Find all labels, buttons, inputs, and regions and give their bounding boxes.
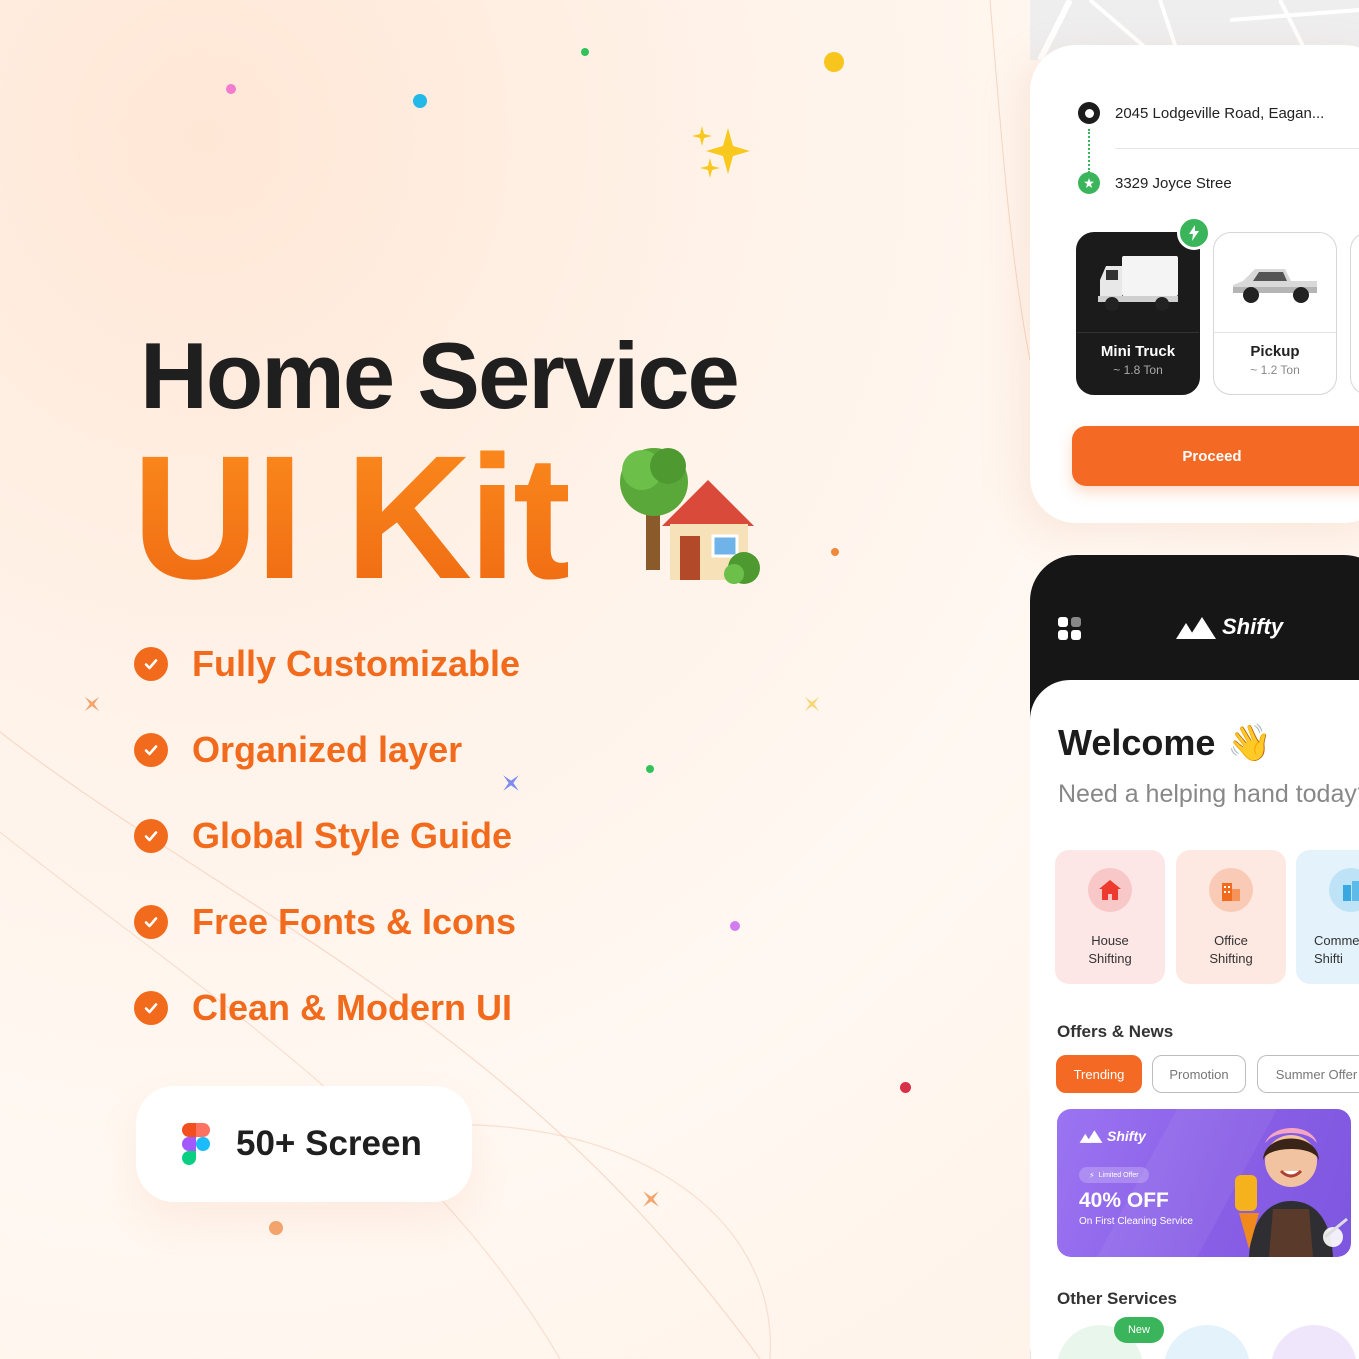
service-tile-office-shifting[interactable]: Office Shifting bbox=[1176, 850, 1286, 984]
feature-item: Free Fonts & Icons bbox=[134, 898, 516, 946]
vehicle-option-partial[interactable] bbox=[1350, 232, 1359, 395]
other-service-circle[interactable] bbox=[1271, 1325, 1357, 1359]
welcome-subtitle: Need a helping hand today? bbox=[1058, 780, 1359, 808]
decor-dot bbox=[730, 921, 740, 931]
vehicle-name: Mini Truck bbox=[1100, 343, 1176, 360]
bolt-icon: ⚡ bbox=[1089, 1170, 1095, 1180]
brand-name: Shifty bbox=[1222, 614, 1284, 639]
star-sparkle-icon bbox=[804, 696, 820, 712]
decor-dot bbox=[413, 94, 427, 108]
promo-tag-label: Limited Offer bbox=[1098, 1171, 1139, 1179]
chip-trending[interactable]: Trending bbox=[1056, 1055, 1142, 1093]
chip-summer-offer[interactable]: Summer Offer bbox=[1257, 1055, 1359, 1093]
selected-bolt-badge-icon bbox=[1177, 216, 1211, 250]
drop-address[interactable]: 3329 Joyce Stree bbox=[1115, 175, 1232, 192]
drop-marker-icon bbox=[1078, 172, 1100, 194]
service-label: Office Shifting bbox=[1209, 933, 1253, 966]
promo-tag: ⚡ Limited Offer bbox=[1079, 1167, 1149, 1183]
vehicle-option-mini-truck[interactable]: Mini Truck ~ 1.8 Ton bbox=[1076, 232, 1200, 395]
vehicle-capacity: ~ 1.2 Ton bbox=[1250, 363, 1300, 377]
pickup-marker-icon bbox=[1078, 102, 1100, 124]
proceed-button[interactable]: Proceed bbox=[1072, 426, 1359, 486]
checkmark-icon bbox=[134, 905, 168, 939]
promo-banner[interactable]: Shifty ⚡ Limited Offer 40% OFF On First … bbox=[1057, 1109, 1351, 1257]
welcome-heading: Welcome 👋 bbox=[1058, 722, 1272, 764]
shifty-logo-icon bbox=[1079, 1130, 1103, 1143]
menu-grid-icon[interactable] bbox=[1058, 617, 1082, 641]
star-sparkle-icon bbox=[84, 696, 100, 712]
feature-item: Clean & Modern UI bbox=[134, 984, 512, 1032]
pickup-address[interactable]: 2045 Lodgeville Road, Eagan... bbox=[1115, 105, 1324, 122]
decor-dot bbox=[581, 48, 589, 56]
chip-promotion[interactable]: Promotion bbox=[1152, 1055, 1246, 1093]
checkmark-icon bbox=[134, 819, 168, 853]
decor-dot bbox=[646, 765, 654, 773]
cleaner-person-illustration bbox=[1235, 1128, 1348, 1257]
office-icon bbox=[1209, 868, 1253, 912]
promo-brand-name: Shifty bbox=[1107, 1128, 1146, 1144]
promo-subline: On First Cleaning Service bbox=[1079, 1216, 1193, 1227]
mini-truck-icon bbox=[1098, 255, 1178, 311]
promo-headline: 40% OFF bbox=[1079, 1189, 1169, 1212]
other-services-title: Other Services bbox=[1057, 1289, 1178, 1308]
offers-section-title: Offers & News bbox=[1057, 1022, 1174, 1041]
service-label: House Shifting bbox=[1088, 933, 1132, 966]
pickup-truck-icon bbox=[1233, 268, 1317, 303]
feature-label: Organized layer bbox=[192, 729, 463, 770]
decor-dot bbox=[900, 1082, 911, 1093]
waving-hand-icon: 👋 bbox=[1227, 723, 1273, 764]
brand-logo: Shifty bbox=[1176, 613, 1283, 641]
checkmark-icon bbox=[134, 991, 168, 1025]
feature-label: Clean & Modern UI bbox=[192, 987, 513, 1028]
shifty-logo-icon bbox=[1176, 617, 1216, 639]
feature-label: Free Fonts & Icons bbox=[192, 901, 517, 942]
new-badge: New bbox=[1114, 1317, 1164, 1343]
commercial-icon bbox=[1329, 868, 1359, 912]
checkmark-icon bbox=[134, 733, 168, 767]
figma-icon bbox=[182, 1123, 210, 1165]
address-divider bbox=[1115, 148, 1359, 149]
hero-subtitle-ui-kit: UI Kit bbox=[132, 420, 572, 616]
sparkles-icon bbox=[692, 126, 750, 178]
checkmark-icon bbox=[134, 647, 168, 681]
decor-dot bbox=[226, 84, 236, 94]
house-tree-illustration bbox=[620, 448, 760, 584]
service-label: Comme Shifti bbox=[1314, 933, 1359, 966]
vehicle-option-pickup[interactable]: Pickup ~ 1.2 Ton bbox=[1213, 232, 1337, 395]
home-screen-card: Shifty Welcome 👋 Need a helping hand tod… bbox=[1030, 555, 1359, 1359]
vehicle-name: Pickup bbox=[1250, 343, 1300, 360]
feature-item: Global Style Guide bbox=[134, 812, 512, 860]
house-icon bbox=[1088, 868, 1132, 912]
feature-label: Global Style Guide bbox=[192, 815, 513, 856]
decor-dot bbox=[824, 52, 844, 72]
promo-brand: Shifty bbox=[1079, 1128, 1146, 1144]
star-sparkle-icon bbox=[503, 775, 519, 791]
home-content: Welcome 👋 Need a helping hand today? Hou… bbox=[1030, 680, 1359, 1359]
decor-dot bbox=[269, 1221, 283, 1235]
feature-item: Fully Customizable bbox=[134, 640, 520, 688]
hero-title: Home Service bbox=[140, 323, 740, 428]
star-sparkle-icon bbox=[643, 1191, 659, 1207]
screen-count-badge: 50+ Screen bbox=[136, 1086, 472, 1202]
service-tile-commercial-shifting[interactable]: Comme Shifti bbox=[1296, 850, 1359, 984]
vehicle-capacity: ~ 1.8 Ton bbox=[1113, 363, 1163, 377]
other-service-circle[interactable] bbox=[1164, 1325, 1250, 1359]
feature-item: Organized layer bbox=[134, 726, 462, 774]
feature-label: Fully Customizable bbox=[192, 643, 521, 684]
route-dotted-line bbox=[1088, 129, 1090, 173]
vehicle-selection-card: 2045 Lodgeville Road, Eagan... 3329 Joyc… bbox=[1030, 45, 1359, 523]
welcome-text: Welcome bbox=[1058, 722, 1216, 763]
service-tile-house-shifting[interactable]: House Shifting bbox=[1055, 850, 1165, 984]
decor-dot bbox=[831, 548, 839, 556]
screen-count-label: 50+ Screen bbox=[236, 1124, 422, 1163]
